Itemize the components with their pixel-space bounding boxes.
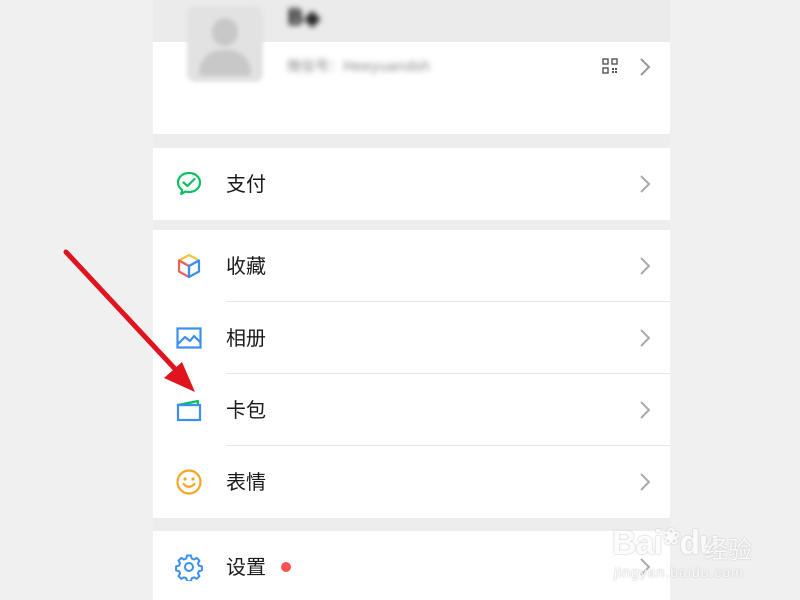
profile-nickname: B◆ — [287, 6, 321, 31]
qr-code-icon[interactable] — [602, 58, 618, 74]
avatar-head — [212, 18, 238, 46]
chevron-right-icon — [640, 401, 651, 419]
menu-item-favorites-label: 收藏 — [226, 254, 266, 278]
menu-item-album-label: 相册 — [226, 326, 266, 350]
wechat-me-screen: B◆ 微信号：Heeyuandsh 支付 收藏 相册 卡包 表情 设置 — [153, 0, 670, 600]
watermark-cn-text: 经验 — [704, 536, 752, 564]
menu-item-cards[interactable]: 卡包 — [153, 374, 670, 446]
menu-item-settings[interactable]: 设置 — [153, 531, 670, 600]
cube-icon — [177, 253, 201, 279]
settings-badge-dot — [281, 562, 291, 572]
baidu-jingyan-watermark: Bai❀du 经验 jingyan.baidu.com — [612, 510, 762, 590]
menu-item-stickers[interactable]: 表情 — [153, 446, 670, 518]
chevron-right-icon — [640, 329, 651, 347]
menu-item-pay-label: 支付 — [226, 172, 266, 196]
menu-group-main: 收藏 相册 卡包 表情 — [153, 230, 670, 518]
menu-group-settings: 设置 — [153, 531, 670, 600]
watermark-brand: Bai❀du — [612, 524, 720, 562]
smiley-icon — [176, 469, 202, 495]
wallet-icon — [176, 399, 202, 422]
menu-item-stickers-label: 表情 — [226, 470, 266, 494]
paw-icon: ❀ — [661, 524, 680, 549]
image-icon — [176, 327, 202, 349]
gear-icon — [175, 554, 203, 581]
chevron-right-icon — [640, 175, 651, 193]
chevron-right-icon — [640, 58, 651, 76]
menu-item-album[interactable]: 相册 — [153, 302, 670, 374]
menu-group-pay: 支付 — [153, 148, 670, 220]
chevron-right-icon — [640, 473, 651, 491]
chevron-right-icon — [640, 257, 651, 275]
menu-item-favorites[interactable]: 收藏 — [153, 230, 670, 302]
watermark-url: jingyan.baidu.com — [614, 564, 744, 580]
avatar-body — [199, 50, 251, 76]
wechat-pay-icon — [176, 171, 202, 196]
menu-item-settings-label: 设置 — [226, 555, 266, 579]
menu-item-cards-label: 卡包 — [226, 398, 266, 422]
profile-wechat-id: 微信号：Heeyuandsh — [287, 59, 431, 75]
profile-card[interactable]: B◆ 微信号：Heeyuandsh — [153, 0, 670, 134]
menu-item-pay[interactable]: 支付 — [153, 148, 670, 220]
avatar[interactable] — [187, 6, 263, 82]
